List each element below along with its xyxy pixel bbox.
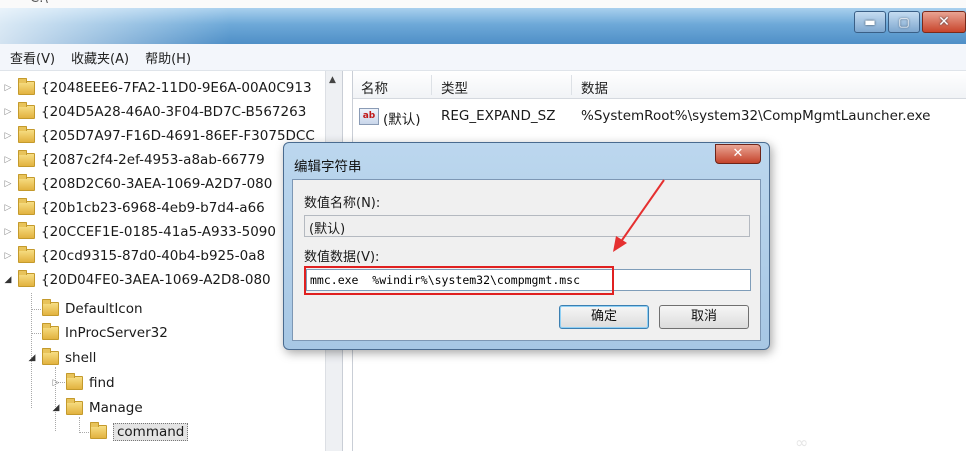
- column-data[interactable]: 数据: [581, 77, 608, 97]
- tree-item-find[interactable]: ▷ find: [50, 371, 115, 395]
- expand-arrow-icon[interactable]: ▷: [2, 83, 14, 93]
- folder-open-icon: [66, 398, 83, 415]
- expand-arrow-icon[interactable]: ▷: [2, 107, 14, 117]
- folder-icon: [18, 102, 35, 119]
- tree-item[interactable]: ▷ {205D7A97-F16D-4691-86EF-F3075DCC: [2, 124, 315, 148]
- value-data-input[interactable]: mmc.exe %windir%\system32\compmgmt.msc: [306, 269, 751, 291]
- expand-arrow-icon[interactable]: ▷: [2, 131, 14, 141]
- tree-item-command[interactable]: command: [74, 420, 189, 444]
- column-name[interactable]: 名称: [361, 77, 388, 97]
- folder-icon: [66, 373, 83, 390]
- menu-bar: 查看(V) 收藏夹(A) 帮助(H): [0, 44, 966, 71]
- expand-arrow-icon[interactable]: ▷: [2, 203, 14, 213]
- folder-icon: [18, 174, 35, 191]
- command-line-strip: C:\: [0, 0, 966, 8]
- scroll-up-icon[interactable]: ▲: [329, 75, 336, 85]
- tree-item-manage[interactable]: ◢ Manage: [50, 396, 143, 420]
- window-title-bar: ▬ ▢ ✕: [0, 8, 966, 44]
- column-type[interactable]: 类型: [441, 77, 468, 97]
- collapse-arrow-icon[interactable]: ◢: [2, 275, 14, 285]
- folder-open-icon: [42, 348, 59, 365]
- expand-arrow-icon[interactable]: ▷: [2, 227, 14, 237]
- maximize-button[interactable]: ▢: [888, 11, 920, 33]
- expand-arrow-icon[interactable]: ▷: [2, 155, 14, 165]
- folder-icon: [42, 299, 59, 316]
- tree-item[interactable]: ▷ {20cd9315-87d0-40b4-b925-0a8: [2, 244, 265, 268]
- folder-icon: [18, 150, 35, 167]
- tree-item-shell[interactable]: ◢ shell: [26, 346, 96, 370]
- folder-icon: [18, 222, 35, 239]
- list-row-default[interactable]: ab (默认) REG_EXPAND_SZ %SystemRoot%\syste…: [353, 105, 966, 129]
- dialog-title: 编辑字符串: [294, 159, 362, 175]
- dialog-close-button[interactable]: ✕: [715, 144, 761, 164]
- dialog-body: 数值名称(N): (默认) 数值数据(V): mmc.exe %windir%\…: [292, 179, 761, 341]
- expand-arrow-icon[interactable]: ▷: [2, 251, 14, 261]
- menu-view[interactable]: 查看(V): [10, 48, 55, 67]
- minimize-button[interactable]: ▬: [854, 11, 886, 33]
- tree-item[interactable]: ▷ {2087c2f4-2ef-4953-a8ab-66779: [2, 148, 265, 172]
- menu-help[interactable]: 帮助(H): [145, 48, 191, 67]
- folder-icon: [18, 246, 35, 263]
- close-window-button[interactable]: ✕: [922, 11, 966, 33]
- tree-item-defaulticon[interactable]: DefaultIcon: [26, 297, 143, 321]
- cancel-button[interactable]: 取消: [659, 305, 749, 329]
- value-name-field: (默认): [304, 215, 750, 237]
- folder-icon: [18, 198, 35, 215]
- folder-icon: [90, 422, 107, 439]
- ok-button[interactable]: 确定: [559, 305, 649, 329]
- value-name-label: 数值名称(N):: [304, 196, 381, 211]
- tree-item[interactable]: ▷ {208D2C60-3AEA-1069-A2D7-080: [2, 172, 272, 196]
- edit-string-dialog: 编辑字符串 ✕ 数值名称(N): (默认) 数值数据(V): mmc.exe %…: [283, 142, 770, 350]
- tree-item[interactable]: ▷ {2048EEE6-7FA2-11D0-9E6A-00A0C913: [2, 76, 312, 100]
- tree-item[interactable]: ▷ {20CCEF1E-0185-41a5-A933-5090: [2, 220, 276, 244]
- folder-icon: [18, 126, 35, 143]
- tree-item[interactable]: ▷ {20b1cb23-6968-4eb9-b7d4-a66: [2, 196, 265, 220]
- tree-item[interactable]: ▷ {204D5A28-46A0-3F04-BD7C-B567263: [2, 100, 306, 124]
- list-header: 名称 类型 数据: [353, 71, 966, 99]
- collapse-arrow-icon[interactable]: ◢: [26, 353, 38, 363]
- folder-icon: [42, 323, 59, 340]
- tree-item[interactable]: ◢ {20D04FE0-3AEA-1069-A2D8-080: [2, 268, 271, 292]
- expand-arrow-icon[interactable]: ▷: [2, 179, 14, 189]
- value-data-label: 数值数据(V):: [304, 250, 380, 265]
- menu-favorites[interactable]: 收藏夹(A): [71, 48, 129, 67]
- collapse-arrow-icon[interactable]: ◢: [50, 403, 62, 413]
- expand-arrow-icon[interactable]: ▷: [50, 378, 62, 388]
- watermark: ∞: [795, 433, 809, 451]
- folder-icon: [18, 78, 35, 95]
- string-value-icon: ab: [359, 108, 379, 125]
- tree-item-inprocserver32[interactable]: InProcServer32: [26, 321, 168, 345]
- folder-open-icon: [18, 270, 35, 287]
